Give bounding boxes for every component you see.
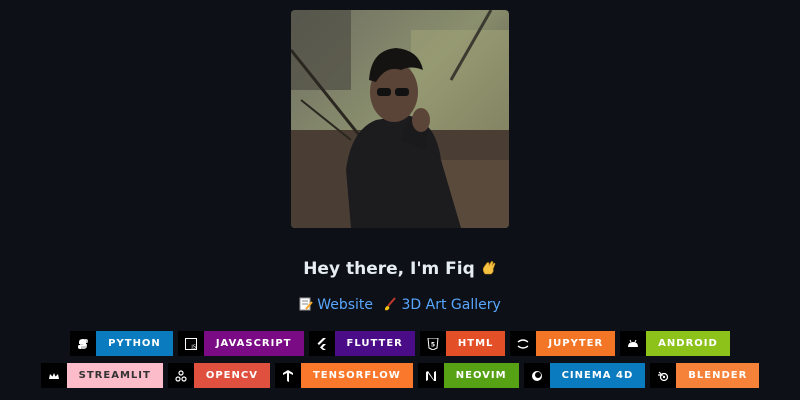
python-label: PYTHON: [96, 331, 173, 356]
jupyter-icon: [510, 331, 537, 356]
html-label: HTML: [445, 331, 506, 356]
opencv-icon: [167, 363, 194, 388]
flutter-badge[interactable]: FLUTTER: [308, 331, 415, 356]
flutter-icon: [308, 331, 335, 356]
blender-icon: [650, 363, 677, 388]
python-badge[interactable]: PYTHON: [70, 331, 173, 356]
neovim-badge[interactable]: NEOVIM: [417, 363, 519, 388]
tensorflow-badge[interactable]: TENSORFLOW: [274, 363, 413, 388]
cinema4d-badge[interactable]: CINEMA 4D: [523, 363, 646, 388]
greeting-heading: Hey there, I'm Fiq: [0, 259, 800, 281]
android-badge[interactable]: ANDROID: [620, 331, 730, 356]
android-icon: [620, 331, 647, 356]
wave-hand-icon: [481, 260, 497, 281]
links-bar: Website 3D Art Gallery: [0, 297, 800, 315]
skills-badge-row-1: PYTHON JS JAVASCRIPT FLUTTER 5 HTML JUPY…: [0, 331, 800, 356]
android-label: ANDROID: [646, 331, 730, 356]
js-icon: JS: [177, 331, 204, 356]
cinema4d-label: CINEMA 4D: [549, 363, 646, 388]
jupyter-label: JUPYTER: [536, 331, 616, 356]
jupyter-badge[interactable]: JUPYTER: [510, 331, 616, 356]
greeting-text: Hey there, I'm Fiq: [303, 259, 475, 279]
flutter-label: FLUTTER: [334, 331, 415, 356]
streamlit-badge[interactable]: STREAMLIT: [40, 363, 163, 388]
memo-icon: [299, 297, 313, 315]
streamlit-label: STREAMLIT: [66, 363, 163, 388]
skills-badge-row-2: STREAMLIT OPENCV TENSORFLOW NEOVIM CINEM…: [0, 363, 800, 388]
art-gallery-link[interactable]: 3D Art Gallery: [401, 297, 500, 313]
profile-photo: [291, 10, 509, 228]
website-link[interactable]: Website: [317, 297, 373, 313]
blender-label: BLENDER: [676, 363, 760, 388]
svg-text:JS: JS: [190, 344, 196, 350]
neovim-icon: [417, 363, 444, 388]
javascript-label: JAVASCRIPT: [203, 331, 304, 356]
tensorflow-icon: [274, 363, 301, 388]
paintbrush-icon: [383, 297, 397, 315]
streamlit-icon: [40, 363, 67, 388]
cinema4d-icon: [523, 363, 550, 388]
javascript-badge[interactable]: JS JAVASCRIPT: [177, 331, 304, 356]
blender-badge[interactable]: BLENDER: [650, 363, 760, 388]
html-badge[interactable]: 5 HTML: [419, 331, 506, 356]
html5-icon: 5: [419, 331, 446, 356]
opencv-label: OPENCV: [193, 363, 270, 388]
tensorflow-label: TENSORFLOW: [300, 363, 413, 388]
neovim-label: NEOVIM: [443, 363, 519, 388]
python-icon: [70, 331, 97, 356]
svg-text:5: 5: [431, 341, 435, 348]
opencv-badge[interactable]: OPENCV: [167, 363, 270, 388]
